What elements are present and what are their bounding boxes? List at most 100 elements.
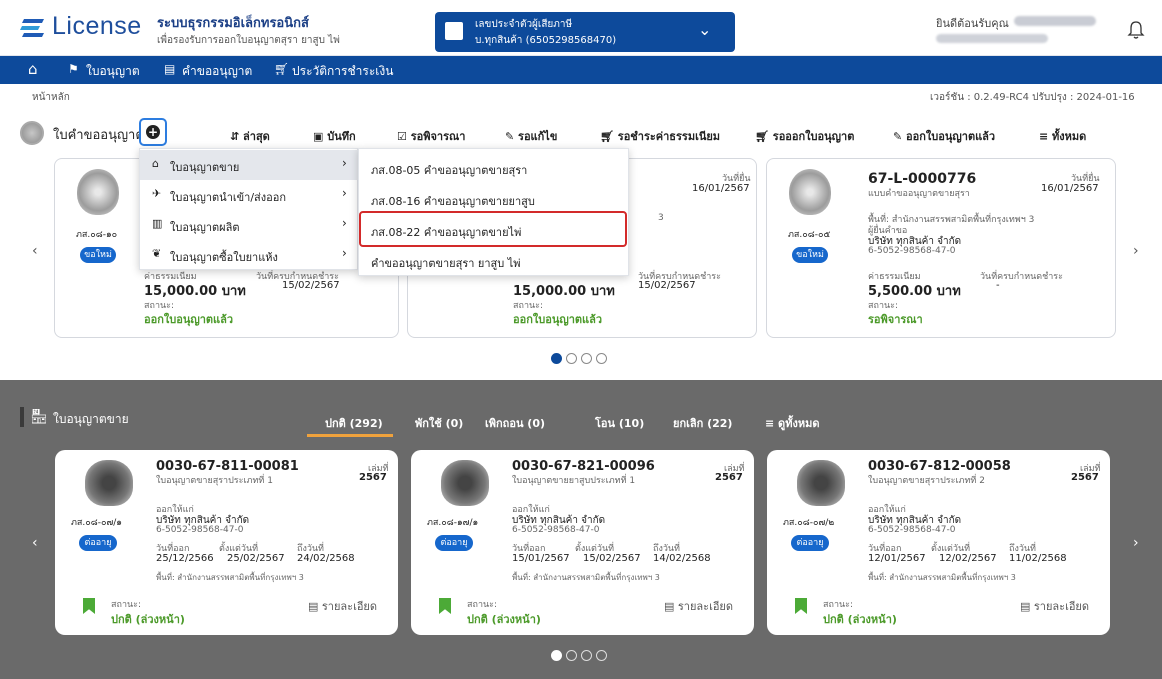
plane-icon: ✈ bbox=[152, 187, 162, 200]
nav-item-requests[interactable]: คำขออนุญาต bbox=[182, 62, 252, 81]
version-info: เวอร์ชัน : 0.2.49-RC4 ปรับปรุง : 2024-01… bbox=[930, 92, 1135, 103]
license-card[interactable]: 0030-67-811-00081 ใบอนุญาตขายสุราประเภทท… bbox=[55, 450, 398, 635]
next-arrow-icon[interactable]: › bbox=[1133, 535, 1139, 551]
tab-cancelled[interactable]: ยกเลิก (22) bbox=[673, 414, 732, 432]
chevron-down-icon: ⌄ bbox=[698, 20, 712, 39]
next-arrow-icon[interactable]: › bbox=[1133, 243, 1139, 259]
tax-id: 6-5052-98568-47-0 bbox=[868, 525, 956, 535]
filter-issued[interactable]: ✎ ออกใบอนุญาตแล้ว bbox=[893, 127, 995, 145]
garuda-emblem bbox=[85, 460, 133, 506]
from-date: 25/02/2567 bbox=[227, 553, 285, 564]
menu-item-dry-leaf[interactable]: ❦ ใบอนุญาตซื้อใบยาแห้ง › bbox=[140, 240, 359, 270]
issue-date: 12/01/2567 bbox=[868, 553, 926, 564]
from-date: 12/02/2567 bbox=[939, 553, 997, 564]
from-date: 15/02/2567 bbox=[583, 553, 641, 564]
breadcrumb[interactable]: หน้าหลัก bbox=[32, 90, 70, 105]
shop-icon: 🏪︎ bbox=[30, 409, 48, 425]
system-subtitle: เพื่อรองรับการออกใบอนุญาตสุรา ยาสูบ ไพ่ bbox=[157, 35, 340, 46]
details-link[interactable]: ▤ รายละเอียด bbox=[1020, 597, 1089, 615]
submenu-tobacco[interactable]: ภส.08-16 คำขออนุญาตขายยาสูบ bbox=[359, 184, 630, 214]
tab-revoked[interactable]: เพิกถอน (0) bbox=[485, 414, 545, 432]
carousel-dot[interactable] bbox=[596, 353, 607, 364]
license-card[interactable]: 0030-67-821-00096 ใบอนุญาตขายยาสูบประเภท… bbox=[411, 450, 754, 635]
logo-text[interactable]: License bbox=[52, 12, 142, 41]
company-name: บ.ทุกสินค้า (6505298568470) bbox=[475, 35, 617, 46]
status-value: รอพิจารณา bbox=[868, 313, 923, 326]
filter-all[interactable]: ≡ ทั้งหมด bbox=[1039, 127, 1086, 145]
filter-saved[interactable]: ▣ บันทึก bbox=[313, 127, 356, 145]
menu-item-sell-license[interactable]: ⌂ ใบอนุญาตขาย › bbox=[140, 150, 359, 180]
tab-suspended[interactable]: พักใช้ (0) bbox=[415, 414, 463, 432]
details-label: รายละเอียด bbox=[677, 600, 734, 613]
filter-pending-issue[interactable]: 🛒︎ รอออกใบอนุญาต bbox=[755, 127, 854, 145]
filter-latest[interactable]: ⇵ ล่าสุด bbox=[230, 127, 270, 145]
cart-icon: 🛒︎ bbox=[600, 130, 618, 143]
bell-icon[interactable] bbox=[1127, 20, 1145, 40]
carousel-dot[interactable] bbox=[551, 650, 562, 661]
bookmark-icon bbox=[795, 598, 807, 614]
new-request-badge[interactable]: ขอใหม่ bbox=[792, 247, 828, 263]
edit-icon: ✎ bbox=[505, 130, 519, 143]
filter-latest-label: ล่าสุด bbox=[243, 130, 270, 143]
book-value: 2567 bbox=[1071, 472, 1099, 483]
area-text: พื้นที่: สำนักงานสรรพสามิตพื้นที่กรุงเทพ… bbox=[156, 573, 304, 582]
submenu-label: คำขออนุญาตขายสุรา ยาสูบ ไพ่ bbox=[371, 257, 521, 270]
submitted-date: 16/01/2567 bbox=[692, 183, 750, 194]
license-type-menu: ⌂ ใบอนุญาตขาย › ✈ ใบอนุญาตนำเข้า/ส่งออก … bbox=[139, 148, 359, 270]
prev-arrow-icon[interactable]: ‹ bbox=[32, 243, 38, 259]
company-selector[interactable]: เลขประจำตัวผู้เสียภาษี บ.ทุกสินค้า (6505… bbox=[435, 12, 735, 52]
prev-arrow-icon[interactable]: ‹ bbox=[32, 535, 38, 551]
submenu-label: ภส.08-05 คำขออนุญาตขายสุรา bbox=[371, 164, 528, 177]
filter-pending-payment[interactable]: 🛒︎ รอชำระค่าธรรมเนียม bbox=[600, 127, 720, 145]
cart-icon: 🛒︎ bbox=[755, 130, 773, 143]
tab-transferred[interactable]: โอน (10) bbox=[595, 414, 644, 432]
due-value: - bbox=[996, 280, 1000, 291]
carousel-dot[interactable] bbox=[566, 353, 577, 364]
garuda-emblem bbox=[797, 460, 845, 506]
emblem-image bbox=[77, 169, 119, 215]
nav-item-payment-history[interactable]: ประวัติการชำระเงิน bbox=[292, 62, 393, 81]
garuda-emblem bbox=[441, 460, 489, 506]
document-icon: ▤ bbox=[164, 62, 176, 76]
new-request-badge[interactable]: ขอใหม่ bbox=[80, 247, 116, 263]
leaf-icon: ❦ bbox=[152, 247, 162, 260]
filter-saved-label: บันทึก bbox=[327, 130, 356, 143]
menu-item-production[interactable]: ▥ ใบอนุญาตผลิต › bbox=[140, 210, 359, 240]
book-value: 2567 bbox=[359, 472, 387, 483]
menu-icon: ≡ bbox=[1039, 130, 1053, 143]
renew-badge[interactable]: ต่ออายุ bbox=[79, 535, 117, 551]
details-link[interactable]: ▤ รายละเอียด bbox=[308, 597, 377, 615]
license-card[interactable]: 0030-67-812-00058 ใบอนุญาตขายสุราประเภทท… bbox=[767, 450, 1110, 635]
home-icon[interactable]: ⌂ bbox=[28, 60, 38, 78]
submenu-liquor[interactable]: ภส.08-05 คำขออนุญาตขายสุรา bbox=[359, 153, 630, 183]
book-value: 2567 bbox=[715, 472, 743, 483]
filter-pending-fix-label: รอแก้ไข bbox=[518, 130, 558, 143]
filter-pending-review[interactable]: ☑ รอพิจารณา bbox=[397, 127, 465, 145]
carousel-dot[interactable] bbox=[566, 650, 577, 661]
carousel-dot[interactable] bbox=[551, 353, 562, 364]
factory-icon: ▥ bbox=[152, 217, 163, 230]
shop-icon: ⌂ bbox=[152, 157, 159, 170]
details-link[interactable]: ▤ รายละเอียด bbox=[664, 597, 733, 615]
menu-item-import-export[interactable]: ✈ ใบอนุญาตนำเข้า/ส่งออก › bbox=[140, 180, 359, 210]
menu-item-label: ใบอนุญาตนำเข้า/ส่งออก bbox=[170, 191, 286, 204]
filter-pending-review-label: รอพิจารณา bbox=[410, 130, 466, 143]
main-nav: ⌂ ⚑ ใบอนุญาต ▤ คำขออนุญาต 🛒︎ ประวัติการช… bbox=[0, 56, 1162, 84]
carousel-dot[interactable] bbox=[581, 353, 592, 364]
renew-badge[interactable]: ต่ออายุ bbox=[435, 535, 473, 551]
add-request-button[interactable]: + bbox=[139, 118, 167, 146]
carousel-dot[interactable] bbox=[596, 650, 607, 661]
submenu-combined[interactable]: คำขออนุญาตขายสุรา ยาสูบ ไพ่ bbox=[359, 246, 630, 276]
bookmark-icon bbox=[83, 598, 95, 614]
active-tab-underline bbox=[307, 434, 393, 437]
tab-normal[interactable]: ปกติ (292) bbox=[325, 414, 383, 432]
renew-badge[interactable]: ต่ออายุ bbox=[791, 535, 829, 551]
chevron-right-icon: › bbox=[342, 216, 347, 230]
nav-item-licenses[interactable]: ใบอนุญาต bbox=[86, 62, 140, 81]
filter-pending-fix[interactable]: ✎ รอแก้ไข bbox=[505, 127, 557, 145]
carousel-dots bbox=[551, 650, 611, 664]
request-card[interactable]: 67-L-0000776 แบบคำขออนุญาตขายสุรา วันที่… bbox=[766, 158, 1116, 338]
tab-view-all[interactable]: ≡ ดูทั้งหมด bbox=[765, 414, 819, 432]
status-value: ออกใบอนุญาตแล้ว bbox=[513, 313, 603, 326]
carousel-dot[interactable] bbox=[581, 650, 592, 661]
